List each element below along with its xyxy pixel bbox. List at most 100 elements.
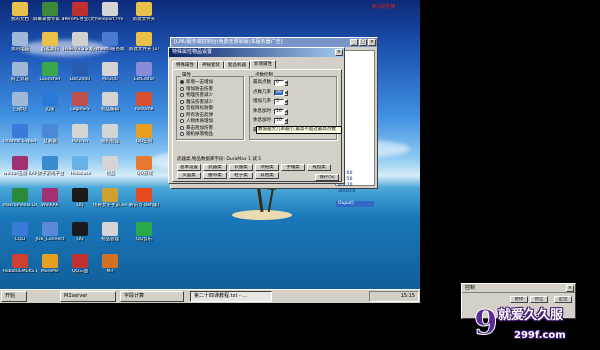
spin-button-icon[interactable]: ▲ bbox=[284, 108, 288, 115]
desktop-icon[interactable]: QQ bbox=[63, 222, 97, 252]
desktop-icon[interactable]: zhentu服务端 bbox=[93, 32, 127, 62]
desktop-icon[interactable]: 随机物品 bbox=[93, 124, 127, 154]
desktop-icon[interactable]: 回收站 bbox=[3, 92, 37, 122]
save-button[interactable]: 保存(S) bbox=[315, 174, 339, 181]
attribute-radio[interactable]: 暴击附加伤害 bbox=[180, 125, 213, 132]
desktop-icon[interactable]: Internet Explorer bbox=[3, 124, 37, 154]
desktop-icon[interactable]: 传奇文字手游.exe bbox=[93, 188, 127, 218]
taskbar-button[interactable]: 字段计算 bbox=[120, 291, 184, 302]
close-icon[interactable]: × bbox=[368, 39, 376, 46]
desktop-icon[interactable]: LoginSrv bbox=[63, 92, 97, 122]
tab-item[interactable]: 套品机器 bbox=[224, 61, 250, 69]
category-button[interactable]: 鞋子类 bbox=[229, 172, 253, 179]
tab-item[interactable]: 新增属性 bbox=[250, 60, 276, 69]
desktop-icon[interactable]: Teleport Pro bbox=[93, 2, 127, 32]
radio-button-icon[interactable] bbox=[180, 125, 184, 130]
desktop-icon[interactable]: 我的文档 bbox=[3, 2, 37, 32]
desktop-icon[interactable]: 物品 bbox=[93, 156, 127, 186]
desktop-icon[interactable]: Dbc2000 bbox=[63, 62, 97, 92]
control-titlebar[interactable]: 控制 × bbox=[462, 284, 575, 293]
desktop-icon[interactable]: Mir bbox=[93, 254, 127, 284]
points-field-input[interactable]: 0 bbox=[274, 80, 284, 86]
radio-button-icon[interactable] bbox=[180, 112, 184, 117]
control-button[interactable]: 停止 bbox=[530, 296, 548, 303]
desktop-icon[interactable]: WinRAR bbox=[33, 188, 67, 218]
desktop-icon[interactable]: Macromedia Dreamwea... bbox=[3, 188, 37, 218]
desktop-icon[interactable]: QQ三国 bbox=[63, 254, 97, 284]
desktop-icon[interactable]: 新建文件夹 (2) bbox=[127, 32, 161, 62]
desktop-icon[interactable]: HHB-V3.3.2发户端服务版 bbox=[63, 32, 97, 62]
spin-button-icon[interactable]: ▲ bbox=[284, 118, 288, 124]
desktop-icon[interactable]: ExtEditor bbox=[127, 62, 161, 92]
category-button[interactable]: 头盔类 bbox=[177, 172, 201, 179]
control-button[interactable]: 暂停 bbox=[510, 296, 528, 303]
attribute-radio[interactable]: 人物体质增加 bbox=[180, 119, 213, 125]
attribute-radio[interactable]: 忽视目标防御 bbox=[180, 106, 213, 112]
attribute-radio[interactable]: 新增一击增加 bbox=[180, 80, 213, 86]
attribute-radio[interactable]: 随机掉落物品 bbox=[180, 132, 213, 138]
points-field-input[interactable]: 10 bbox=[274, 108, 284, 115]
spin-button-icon[interactable]: ▲ bbox=[284, 99, 288, 105]
desktop-icon[interactable]: winrar压缩 RAR文件 bbox=[3, 156, 37, 186]
attribute-radio[interactable]: 物理伤害减少 bbox=[180, 93, 213, 99]
desktop-icon[interactable]: 屏幕录像专家 V7.5 bbox=[33, 2, 67, 32]
desktop-icon[interactable]: MoreMir bbox=[33, 254, 67, 284]
desktop-icon[interactable]: HeroPE寻宝(文件).exe bbox=[63, 2, 97, 32]
desktop-icon[interactable]: Robot0EMEKS.DEV bbox=[3, 254, 37, 284]
desktop-icon[interactable]: 物品管理 bbox=[93, 222, 127, 252]
radio-button-icon[interactable] bbox=[180, 93, 184, 97]
desktop-icon[interactable]: 韵选源码 bbox=[33, 32, 67, 62]
radio-button-icon[interactable] bbox=[180, 132, 184, 136]
category-button[interactable]: 衣服类 bbox=[229, 164, 253, 171]
radio-button-icon[interactable] bbox=[180, 86, 184, 91]
category-button[interactable]: 戒指类 bbox=[307, 164, 331, 171]
points-field-input[interactable]: 99 bbox=[274, 89, 284, 96]
desktop-icon[interactable]: 登录器 bbox=[33, 124, 67, 154]
item-settings-titlebar[interactable]: 特殊属性物品设置 × bbox=[169, 48, 344, 57]
control-button[interactable]: 定位 bbox=[554, 296, 572, 303]
desktop-icon[interactable]: Launcher bbox=[33, 62, 67, 92]
desktop-icon[interactable]: Mirchin bbox=[63, 124, 97, 154]
category-button[interactable]: 项链类 bbox=[255, 164, 279, 171]
tab-item[interactable]: 神秘套装 bbox=[198, 61, 224, 69]
radio-button-icon[interactable] bbox=[180, 80, 184, 84]
tab-item[interactable]: 特殊属性 bbox=[172, 61, 198, 69]
category-button[interactable]: 武器类 bbox=[203, 164, 227, 171]
item-settings-dialog[interactable]: 特殊属性物品设置 × 特殊属性 神秘套装 套品机器 新增属性 属性 新增一击增加 增加防… bbox=[168, 47, 345, 184]
desktop-icon[interactable]: 我的电脑 bbox=[3, 32, 37, 62]
close-icon[interactable]: × bbox=[335, 49, 343, 56]
spin-button-icon[interactable]: ▲ bbox=[284, 80, 288, 86]
desktop-icon[interactable]: QQ音乐 bbox=[127, 222, 161, 252]
desktop-icon[interactable]: 物品编辑 bbox=[93, 92, 127, 122]
minimize-icon[interactable]: _ bbox=[350, 39, 358, 46]
points-field-input[interactable]: 10 bbox=[274, 118, 284, 124]
attribute-radio[interactable]: 增加防击伤害 bbox=[180, 86, 213, 93]
desktop-icon[interactable]: 新建文件夹 bbox=[127, 2, 161, 32]
desktop-icon[interactable]: QQ bbox=[63, 188, 97, 218]
category-button[interactable]: 其他类 bbox=[255, 172, 279, 179]
points-field-input[interactable]: 5 bbox=[274, 99, 284, 105]
taskbar-button[interactable]: M2server bbox=[60, 291, 116, 302]
desktop-icon[interactable]: 迅雷 bbox=[33, 92, 67, 122]
desktop-icon[interactable]: 网上邻居 bbox=[3, 62, 37, 92]
desktop-icon[interactable]: Helocase bbox=[63, 156, 97, 186]
radio-button-icon[interactable] bbox=[180, 119, 184, 123]
category-button[interactable]: 手镯类 bbox=[281, 164, 305, 171]
desktop-icon[interactable]: Runtime bbox=[127, 92, 161, 122]
attribute-radio[interactable]: 所有攻击反弹 bbox=[180, 112, 213, 119]
radio-button-icon[interactable] bbox=[180, 106, 184, 110]
desktop-icon[interactable]: 腾讯 (Flash版) bbox=[127, 188, 161, 218]
desktop-icon[interactable]: 数字游戏平台 bbox=[33, 156, 67, 186]
radio-button-icon[interactable] bbox=[180, 99, 184, 104]
desktop-icon[interactable]: Mir200 bbox=[93, 62, 127, 92]
category-button[interactable]: 基本设置 bbox=[177, 164, 201, 171]
close-icon[interactable]: × bbox=[566, 285, 574, 292]
desktop-icon[interactable]: CQLI bbox=[3, 222, 37, 252]
desktop-icon[interactable]: QQ空间 bbox=[127, 124, 161, 154]
category-button[interactable]: 腰带类 bbox=[203, 172, 227, 179]
server-console-titlebar[interactable]: [LMU服务端控制台(免费无限制版)本服务器广告] _ □ × bbox=[171, 38, 377, 47]
start-button[interactable]: 开始 bbox=[1, 291, 27, 302]
desktop-icon[interactable]: JOB_Connect bbox=[33, 222, 67, 252]
spin-button-icon[interactable]: ▲ bbox=[284, 89, 288, 96]
desktop-icon[interactable]: QQ游戏 bbox=[127, 156, 161, 186]
